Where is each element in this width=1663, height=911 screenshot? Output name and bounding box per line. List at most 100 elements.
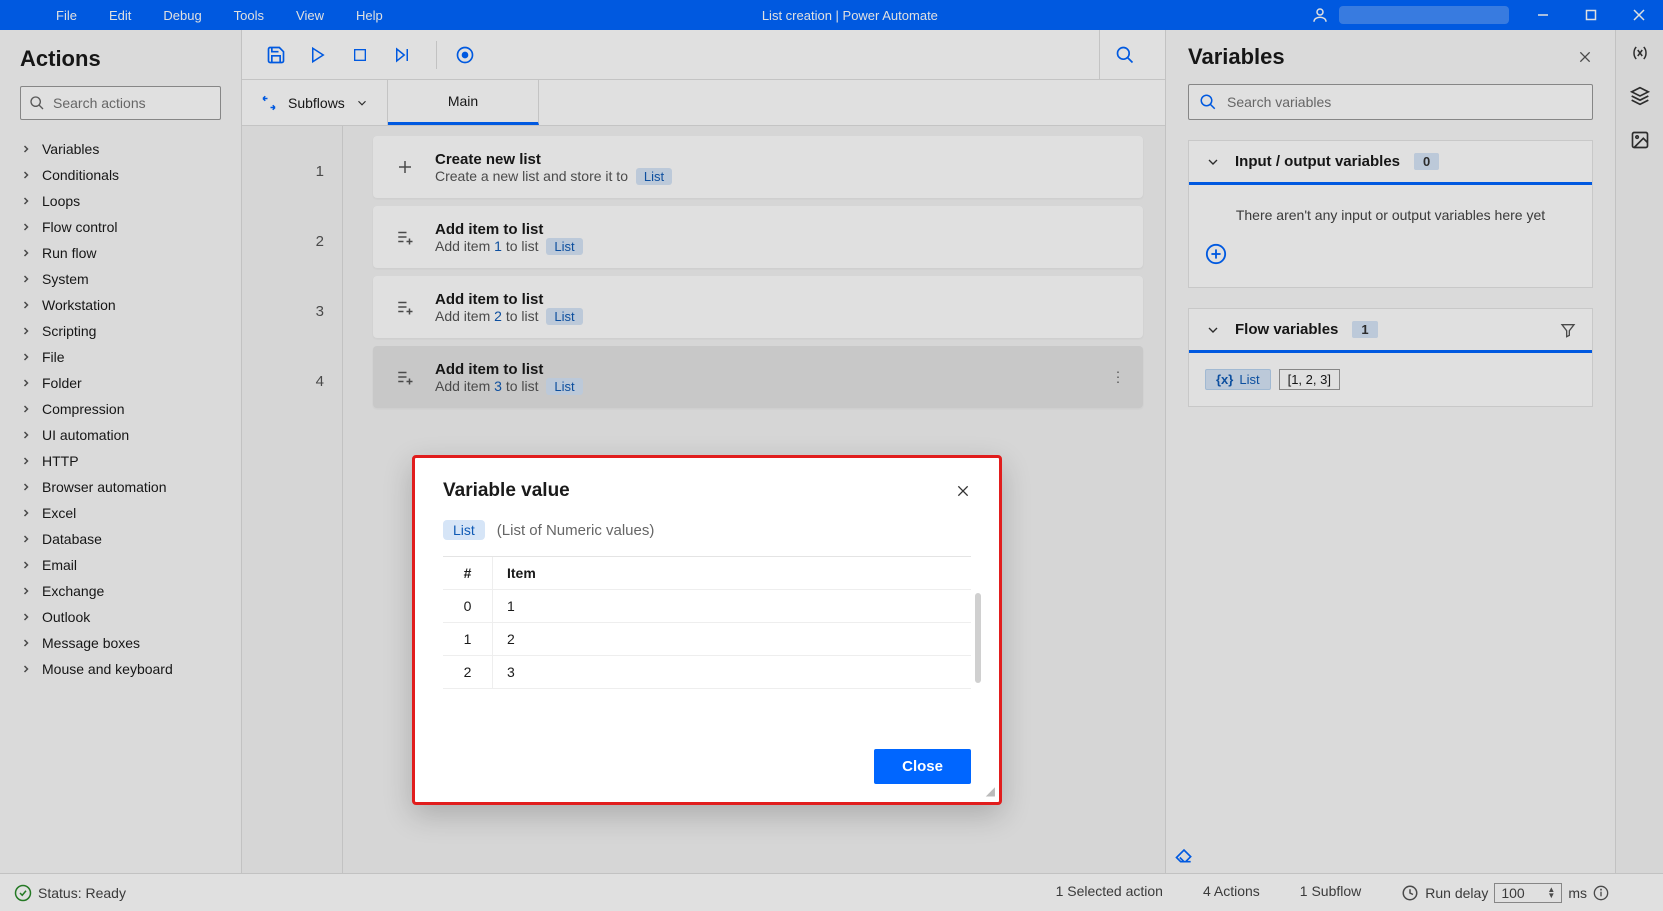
eraser-icon <box>1174 845 1194 865</box>
io-variables-label: Input / output variables <box>1235 153 1400 170</box>
action-category[interactable]: Loops <box>12 188 237 214</box>
category-label: Scripting <box>42 323 96 339</box>
actions-title: Actions <box>0 30 241 86</box>
flow-step[interactable]: Create new listCreate a new list and sto… <box>373 136 1143 198</box>
action-category[interactable]: Run flow <box>12 240 237 266</box>
chevron-right-icon <box>20 377 32 389</box>
subflows-dropdown[interactable]: Subflows <box>242 80 388 125</box>
io-variables-header[interactable]: Input / output variables 0 <box>1189 141 1592 185</box>
menu-help[interactable]: Help <box>340 2 399 29</box>
chevron-right-icon <box>20 143 32 155</box>
action-category[interactable]: Database <box>12 526 237 552</box>
chevron-right-icon <box>20 221 32 233</box>
account-icon[interactable] <box>1301 6 1339 24</box>
search-icon <box>29 95 45 111</box>
chevron-right-icon <box>20 247 32 259</box>
action-category[interactable]: Excel <box>12 500 237 526</box>
table-row[interactable]: 23 <box>443 656 971 689</box>
variables-search[interactable] <box>1188 84 1593 120</box>
tab-main[interactable]: Main <box>388 80 539 125</box>
actions-search-input[interactable] <box>53 95 234 111</box>
action-category[interactable]: System <box>12 266 237 292</box>
maximize-button[interactable] <box>1567 0 1615 30</box>
action-category[interactable]: Outlook <box>12 604 237 630</box>
category-label: Browser automation <box>42 479 167 495</box>
delay-input[interactable]: 100 ▲▼ <box>1494 883 1562 903</box>
minimize-button[interactable] <box>1519 0 1567 30</box>
line-number: 1 <box>242 136 342 206</box>
line-number: 4 <box>242 346 342 416</box>
menu-debug[interactable]: Debug <box>147 2 217 29</box>
action-category[interactable]: Mouse and keyboard <box>12 656 237 682</box>
action-category[interactable]: Variables <box>12 136 237 162</box>
table-row[interactable]: 12 <box>443 623 971 656</box>
menu-tools[interactable]: Tools <box>218 2 280 29</box>
images-rail-button[interactable] <box>1630 130 1650 150</box>
flow-step[interactable]: Add item to listAdd item 1 to list List <box>373 206 1143 268</box>
popup-close-button[interactable] <box>955 483 971 499</box>
menu-file[interactable]: File <box>40 2 93 29</box>
actions-search[interactable] <box>20 86 221 120</box>
menu-view[interactable]: View <box>280 2 340 29</box>
statusbar: Status: Ready 1 Selected action 4 Action… <box>0 873 1663 911</box>
action-category[interactable]: File <box>12 344 237 370</box>
menu-edit[interactable]: Edit <box>93 2 147 29</box>
info-icon[interactable] <box>1593 885 1609 901</box>
designer-toolbar <box>242 30 1165 80</box>
clear-variables-button[interactable] <box>1166 837 1615 873</box>
line-gutter: 1234 <box>242 126 342 873</box>
flow-variables-header[interactable]: Flow variables 1 <box>1189 309 1592 353</box>
category-label: Loops <box>42 193 80 209</box>
chevron-down-icon <box>1205 154 1221 170</box>
add-io-variable-button[interactable] <box>1205 243 1576 265</box>
flow-variable-chip[interactable]: {x} List <box>1205 369 1271 390</box>
chevron-right-icon <box>20 663 32 675</box>
category-label: Email <box>42 557 77 573</box>
close-variables-button[interactable] <box>1577 49 1593 65</box>
account-name-blurred <box>1339 6 1509 24</box>
category-label: Run flow <box>42 245 96 261</box>
close-window-button[interactable] <box>1615 0 1663 30</box>
action-category[interactable]: Conditionals <box>12 162 237 188</box>
step-button[interactable] <box>384 37 420 73</box>
save-button[interactable] <box>258 37 294 73</box>
layers-rail-button[interactable] <box>1630 86 1650 106</box>
actions-tree[interactable]: VariablesConditionals Loops Flow control Ru… <box>0 132 241 873</box>
titlebar: File Edit Debug Tools View Help List cre… <box>0 0 1663 30</box>
action-category[interactable]: Scripting <box>12 318 237 344</box>
action-category[interactable]: Compression <box>12 396 237 422</box>
run-button[interactable] <box>300 37 336 73</box>
record-button[interactable] <box>447 37 483 73</box>
action-category[interactable]: HTTP <box>12 448 237 474</box>
chevron-right-icon <box>20 403 32 415</box>
chevron-right-icon <box>20 611 32 623</box>
designer-search-button[interactable] <box>1099 30 1149 80</box>
step-icon <box>391 298 419 316</box>
action-category[interactable]: Folder <box>12 370 237 396</box>
step-more-button[interactable]: ⋮ <box>1111 369 1125 386</box>
flow-step[interactable]: Add item to listAdd item 2 to list List <box>373 276 1143 338</box>
variables-search-input[interactable] <box>1227 94 1582 110</box>
action-category[interactable]: Email <box>12 552 237 578</box>
status-actions: 4 Actions <box>1203 883 1260 903</box>
flow-variable-name: List <box>1239 372 1259 387</box>
actions-pane: Actions VariablesConditionals Loops Flow c… <box>0 30 242 873</box>
step-title: Create new list <box>435 151 672 168</box>
action-category[interactable]: Message boxes <box>12 630 237 656</box>
action-category[interactable]: UI automation <box>12 422 237 448</box>
action-category[interactable]: Flow control <box>12 214 237 240</box>
step-title: Add item to list <box>435 221 583 238</box>
popup-scrollbar[interactable] <box>975 593 981 683</box>
chevron-right-icon <box>20 455 32 467</box>
filter-icon[interactable] <box>1560 322 1576 338</box>
flow-step[interactable]: Add item to listAdd item 3 to list List⋮ <box>373 346 1143 408</box>
table-row[interactable]: 01 <box>443 590 971 623</box>
action-category[interactable]: Workstation <box>12 292 237 318</box>
chevron-right-icon <box>20 273 32 285</box>
action-category[interactable]: Exchange <box>12 578 237 604</box>
action-category[interactable]: Browser automation <box>12 474 237 500</box>
popup-close-primary-button[interactable]: Close <box>874 749 971 784</box>
stop-button[interactable] <box>342 37 378 73</box>
variables-rail-button[interactable] <box>1630 44 1650 62</box>
resize-grip[interactable]: ◢ <box>986 784 995 798</box>
